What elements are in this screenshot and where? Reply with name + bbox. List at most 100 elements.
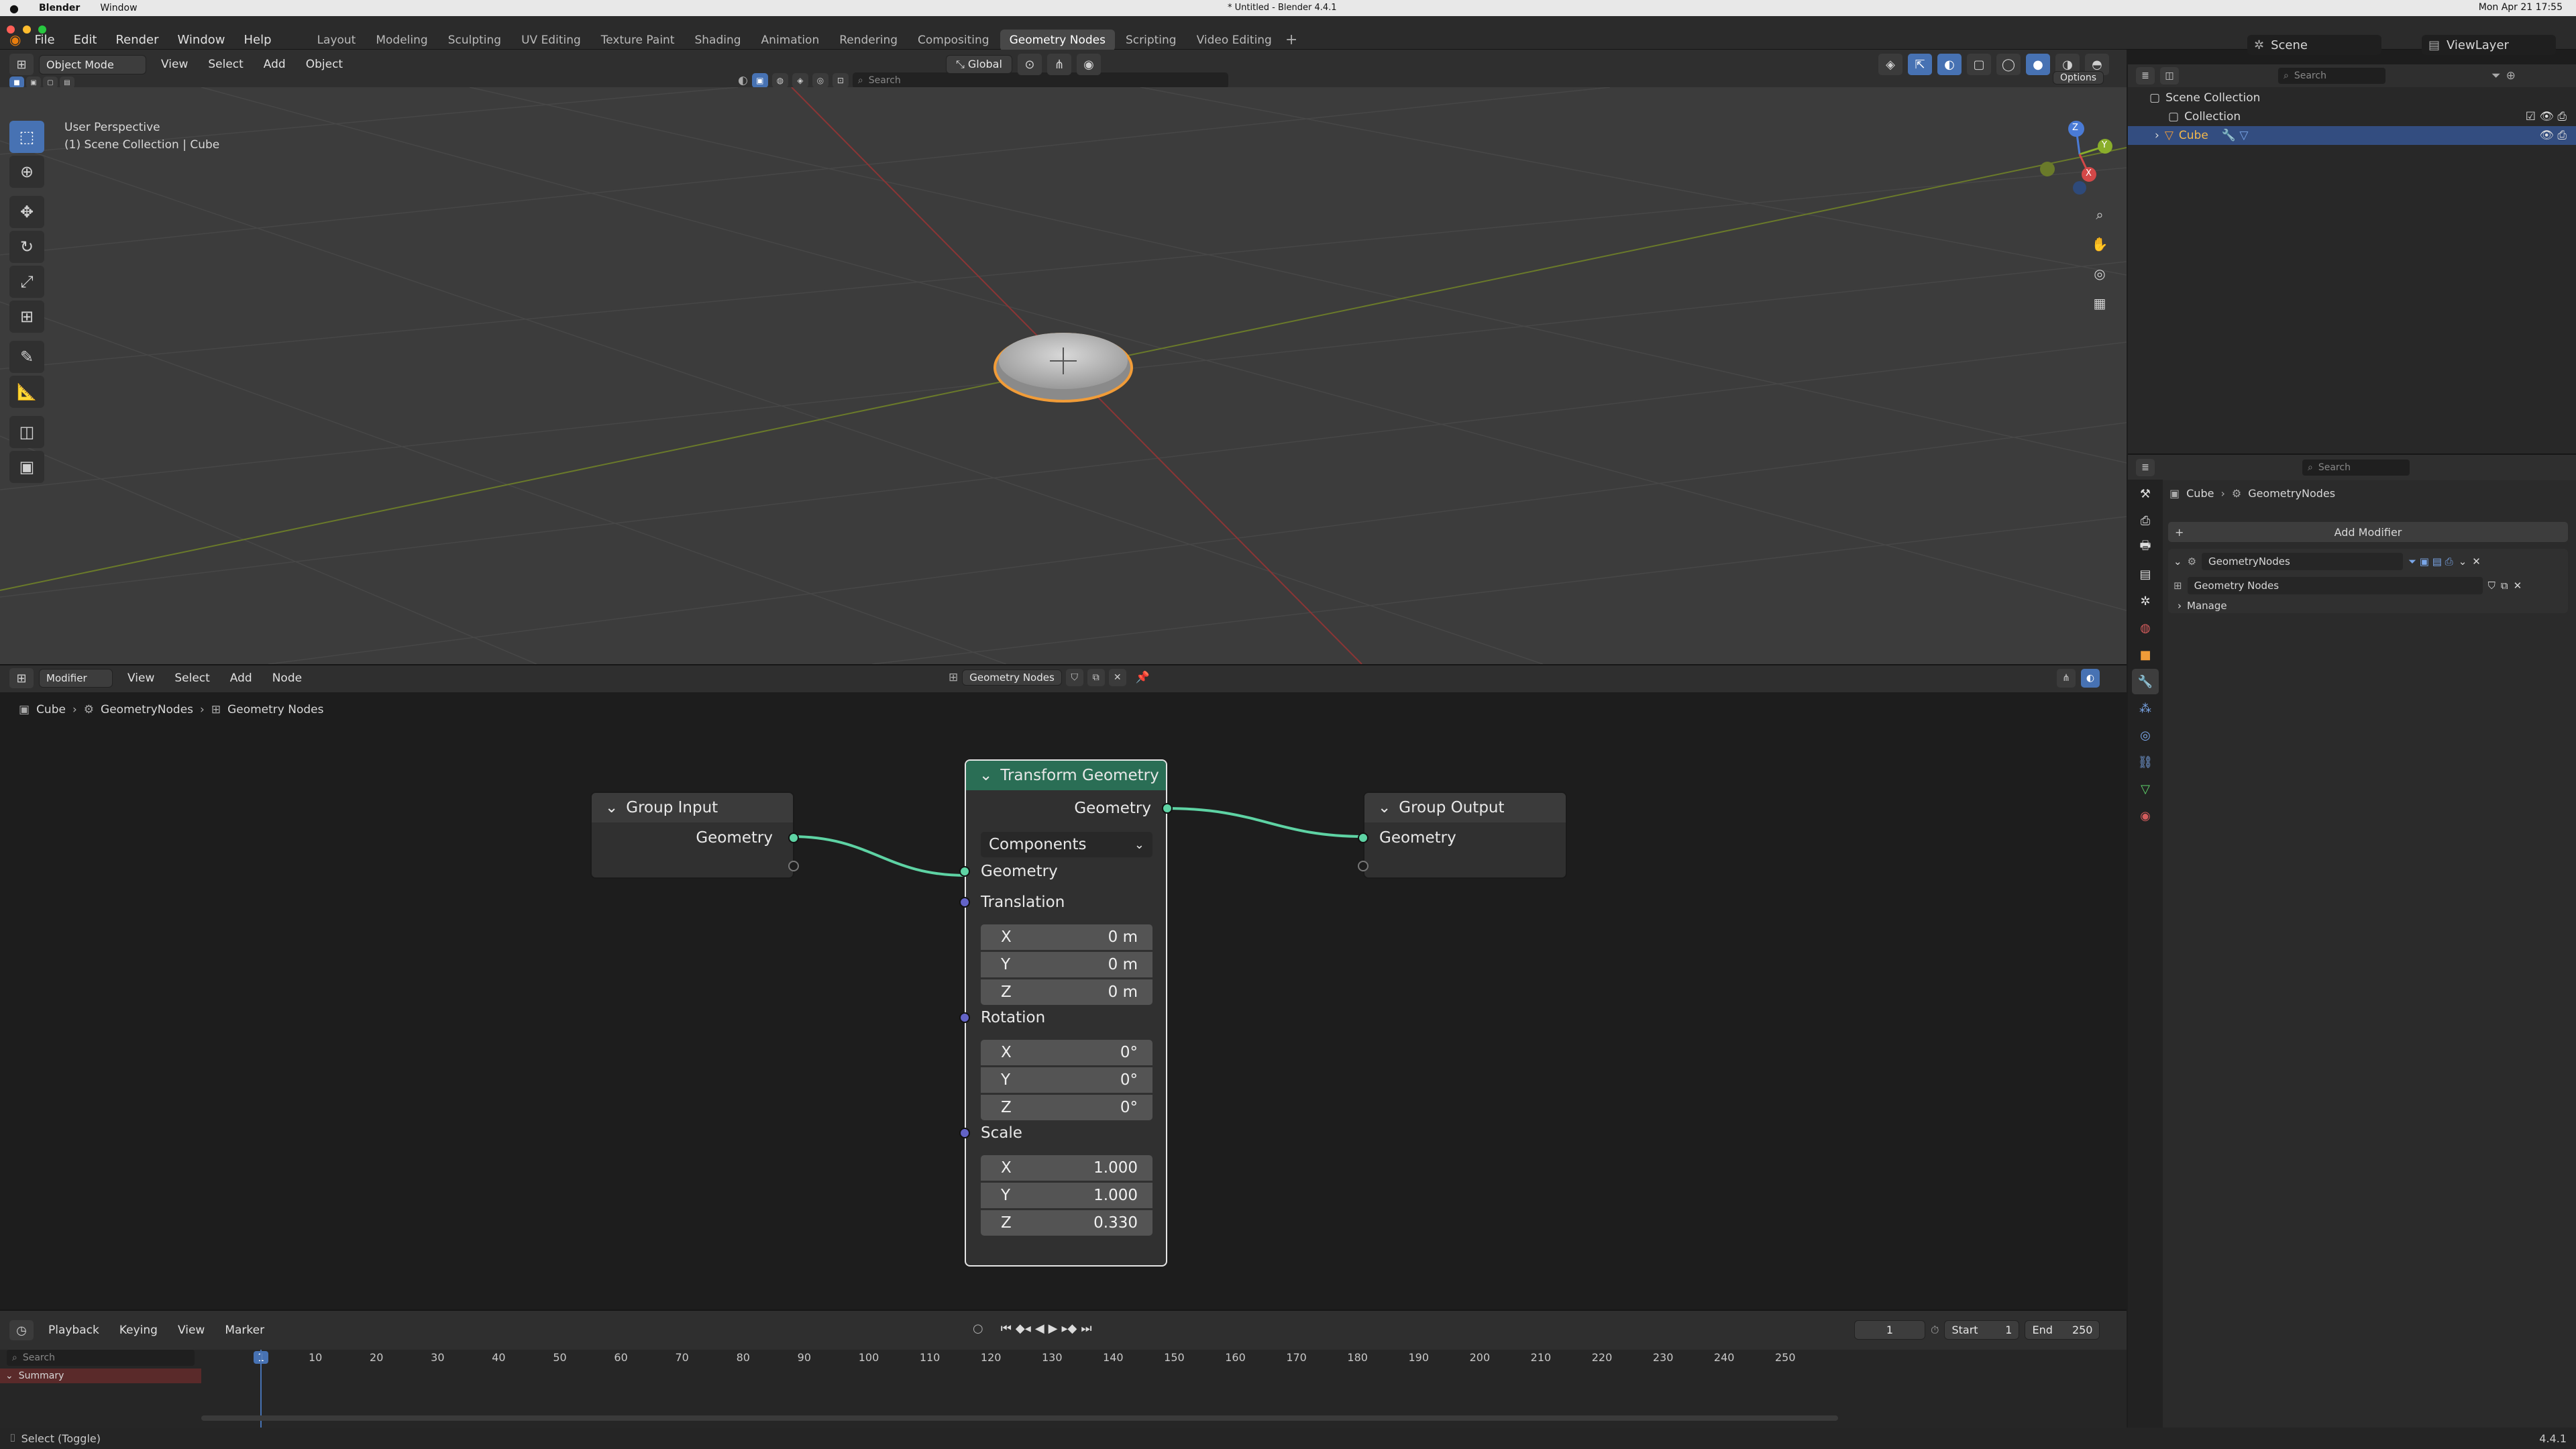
end-frame-field[interactable]: End 250 <box>2025 1320 2100 1340</box>
node-menu-view[interactable]: View <box>118 672 164 685</box>
timeline-editor-type-icon[interactable]: ◷ <box>9 1320 34 1340</box>
mode-selector[interactable]: Object Mode <box>39 54 146 74</box>
scene-tab-icon[interactable]: ✲ <box>2132 588 2159 614</box>
exclude-checkbox-eye-camera-icons[interactable]: ☑ 👁 ⎙ <box>2526 110 2567 123</box>
node-tree-selector[interactable]: Geometry Nodes <box>962 669 1062 686</box>
sphere-icon[interactable]: ◍ <box>771 73 788 88</box>
scale-z-field[interactable]: Z 0.330 <box>981 1210 1152 1236</box>
rotation-socket[interactable] <box>959 1012 970 1023</box>
node-editor-type-icon[interactable]: ⊞ <box>9 668 34 688</box>
tab-compositing[interactable]: Compositing <box>908 30 999 51</box>
collapse-chevron-icon[interactable]: ⌄ <box>605 799 618 816</box>
remove-modifier-icon[interactable]: ✕ <box>2472 555 2481 568</box>
tab-rendering[interactable]: Rendering <box>830 30 907 51</box>
close-icon[interactable]: ✕ <box>1108 669 1126 686</box>
add-primitive-icon[interactable]: ▣ <box>9 451 44 483</box>
transform-geometry-node[interactable]: ⌄ Transform Geometry Geometry Components… <box>959 759 1173 1267</box>
auto-keying-icon[interactable]: ○ <box>973 1322 983 1336</box>
jump-keyframe-back-icon[interactable]: ◆◂ <box>1016 1322 1031 1336</box>
properties-search-input[interactable]: Search <box>2318 462 2351 473</box>
camera-icon[interactable]: ◎ <box>812 73 828 88</box>
translation-y-field[interactable]: Y0 m <box>981 952 1152 977</box>
timeline-menu-keying[interactable]: Keying <box>110 1324 167 1337</box>
tab-layout[interactable]: Layout <box>308 30 366 51</box>
chevron-right-icon[interactable]: › <box>2155 129 2159 142</box>
zoom-icon[interactable]: ⌕ <box>2086 201 2113 228</box>
constraints-tab-icon[interactable]: ⛓ <box>2132 749 2159 775</box>
viewport-menu-select[interactable]: Select <box>199 58 252 71</box>
camera-view-icon[interactable]: ◎ <box>2086 260 2113 287</box>
pan-hand-icon[interactable]: ✋ <box>2086 231 2113 258</box>
3d-viewport[interactable]: User Perspective (1) Scene Collection | … <box>0 87 2127 664</box>
rotation-x-field[interactable]: X 0° <box>981 1040 1152 1065</box>
node-menu-select[interactable]: Select <box>165 672 219 685</box>
outliner-search-input[interactable]: Search <box>2294 70 2326 81</box>
window-menu[interactable]: Window <box>100 3 137 13</box>
tab-modeling[interactable]: Modeling <box>366 30 437 51</box>
menu-render[interactable]: Render <box>106 33 168 47</box>
navigation-gizmo[interactable]: Z Y X <box>2033 121 2113 195</box>
scale-socket[interactable] <box>959 1128 970 1138</box>
viewport-menu-object[interactable]: Object <box>297 58 352 71</box>
jump-keyframe-forward-icon[interactable]: ▸◆ <box>1062 1322 1077 1336</box>
physics-tab-icon[interactable]: ◎ <box>2132 722 2159 748</box>
group-input-empty-socket[interactable] <box>788 861 799 871</box>
tab-animation[interactable]: Animation <box>752 30 829 51</box>
manage-subpanel[interactable]: › Manage <box>2178 600 2227 612</box>
scale-y-field[interactable]: Y 1.000 <box>981 1183 1152 1208</box>
translation-x-field[interactable]: X0 m <box>981 924 1152 950</box>
chevron-down-icon[interactable]: ⌄ <box>2174 555 2182 568</box>
properties-search[interactable]: ⌕ Search <box>2302 460 2410 476</box>
group-output-node[interactable]: ⌄ Group Output Geometry <box>1358 792 1567 879</box>
filter-icon[interactable]: ⊡ <box>832 73 849 88</box>
breadcrumb-node-tree[interactable]: Geometry Nodes <box>227 703 323 716</box>
timeline-scrollbar[interactable] <box>201 1415 1838 1421</box>
tab-video-editing[interactable]: Video Editing <box>1187 30 1281 51</box>
timeline-ruler[interactable]: 1102030405060708090100110120130140150160… <box>201 1350 2120 1366</box>
object-tab-icon[interactable]: ■ <box>2132 642 2159 667</box>
scale-icon[interactable]: ⤢ <box>9 266 44 298</box>
node-editor[interactable]: ⌄ Group Input Geometry ⌄ Transform Geome… <box>0 692 2127 1309</box>
viewport-menu-add[interactable]: Add <box>254 58 295 71</box>
cursor-icon[interactable]: ⊕ <box>9 156 44 188</box>
jump-start-icon[interactable]: ⏮ <box>1001 1322 1012 1336</box>
node-context-selector[interactable]: Modifier <box>39 669 113 688</box>
summary-channel[interactable]: ⌄ Summary <box>0 1368 201 1383</box>
pin-icon[interactable]: 📌 <box>1136 671 1150 684</box>
shading-toggle-icon[interactable]: ◐ <box>738 74 748 87</box>
tab-sculpting[interactable]: Sculpting <box>439 30 511 51</box>
menu-help[interactable]: Help <box>235 33 281 47</box>
start-frame-field[interactable]: Start 1 <box>1944 1320 2020 1340</box>
measure-icon[interactable]: 📐 <box>9 376 44 408</box>
add-cube-icon[interactable]: ◫ <box>9 416 44 448</box>
translation-socket[interactable] <box>959 897 970 908</box>
cube-icon[interactable]: ◈ <box>792 73 808 88</box>
translation-z-field[interactable]: Z0 m <box>981 979 1152 1005</box>
display-mode-icon[interactable]: ◫ <box>2160 67 2179 85</box>
gizmo-toggle-icon[interactable]: ⇱ <box>1908 54 1932 75</box>
close-window-button[interactable] <box>7 25 15 34</box>
xray-icon[interactable]: ▢ <box>1967 54 1991 75</box>
transform-icon[interactable]: ⊞ <box>9 301 44 333</box>
collapse-chevron-icon[interactable]: ⌄ <box>979 767 992 784</box>
zoom-window-button[interactable] <box>38 25 47 34</box>
timeline-menu-view[interactable]: View <box>168 1324 214 1337</box>
grid-view-icon[interactable]: ▦ <box>2086 290 2113 317</box>
snap-node-icon[interactable]: ⋔ <box>2057 669 2076 688</box>
tab-scripting[interactable]: Scripting <box>1116 30 1186 51</box>
new-collection-icon[interactable]: ⊕ <box>2506 69 2516 83</box>
tool-tab-icon[interactable]: ⚒ <box>2132 481 2159 506</box>
fake-user-icon[interactable]: ⛉ <box>1065 669 1083 686</box>
add-workspace-button[interactable]: + <box>1285 32 1297 48</box>
cube-row[interactable]: › ▽ Cube 🔧 ▽ 👁 ⎙ <box>2128 126 2576 145</box>
node-menu-add[interactable]: Add <box>221 672 262 685</box>
scale-x-field[interactable]: X 1.000 <box>981 1155 1152 1181</box>
node-overlay-icon[interactable]: ◐ <box>2081 669 2100 688</box>
play-icon[interactable]: ▶ <box>1049 1322 1058 1336</box>
properties-editor-type-icon[interactable]: ≣ <box>2136 459 2155 476</box>
timeline-body[interactable]: ⌕ Search ⌄ Summary 110 20 30 40 50 60 70 80 90 10… <box>0 1350 2127 1429</box>
tab-geometry-nodes[interactable]: Geometry Nodes <box>1000 29 1115 51</box>
duplicate-icon[interactable]: ⧉ <box>2501 580 2508 592</box>
transform-orientation[interactable]: ⤡ Global <box>946 55 1012 74</box>
viewport-menu-view[interactable]: View <box>152 58 197 71</box>
